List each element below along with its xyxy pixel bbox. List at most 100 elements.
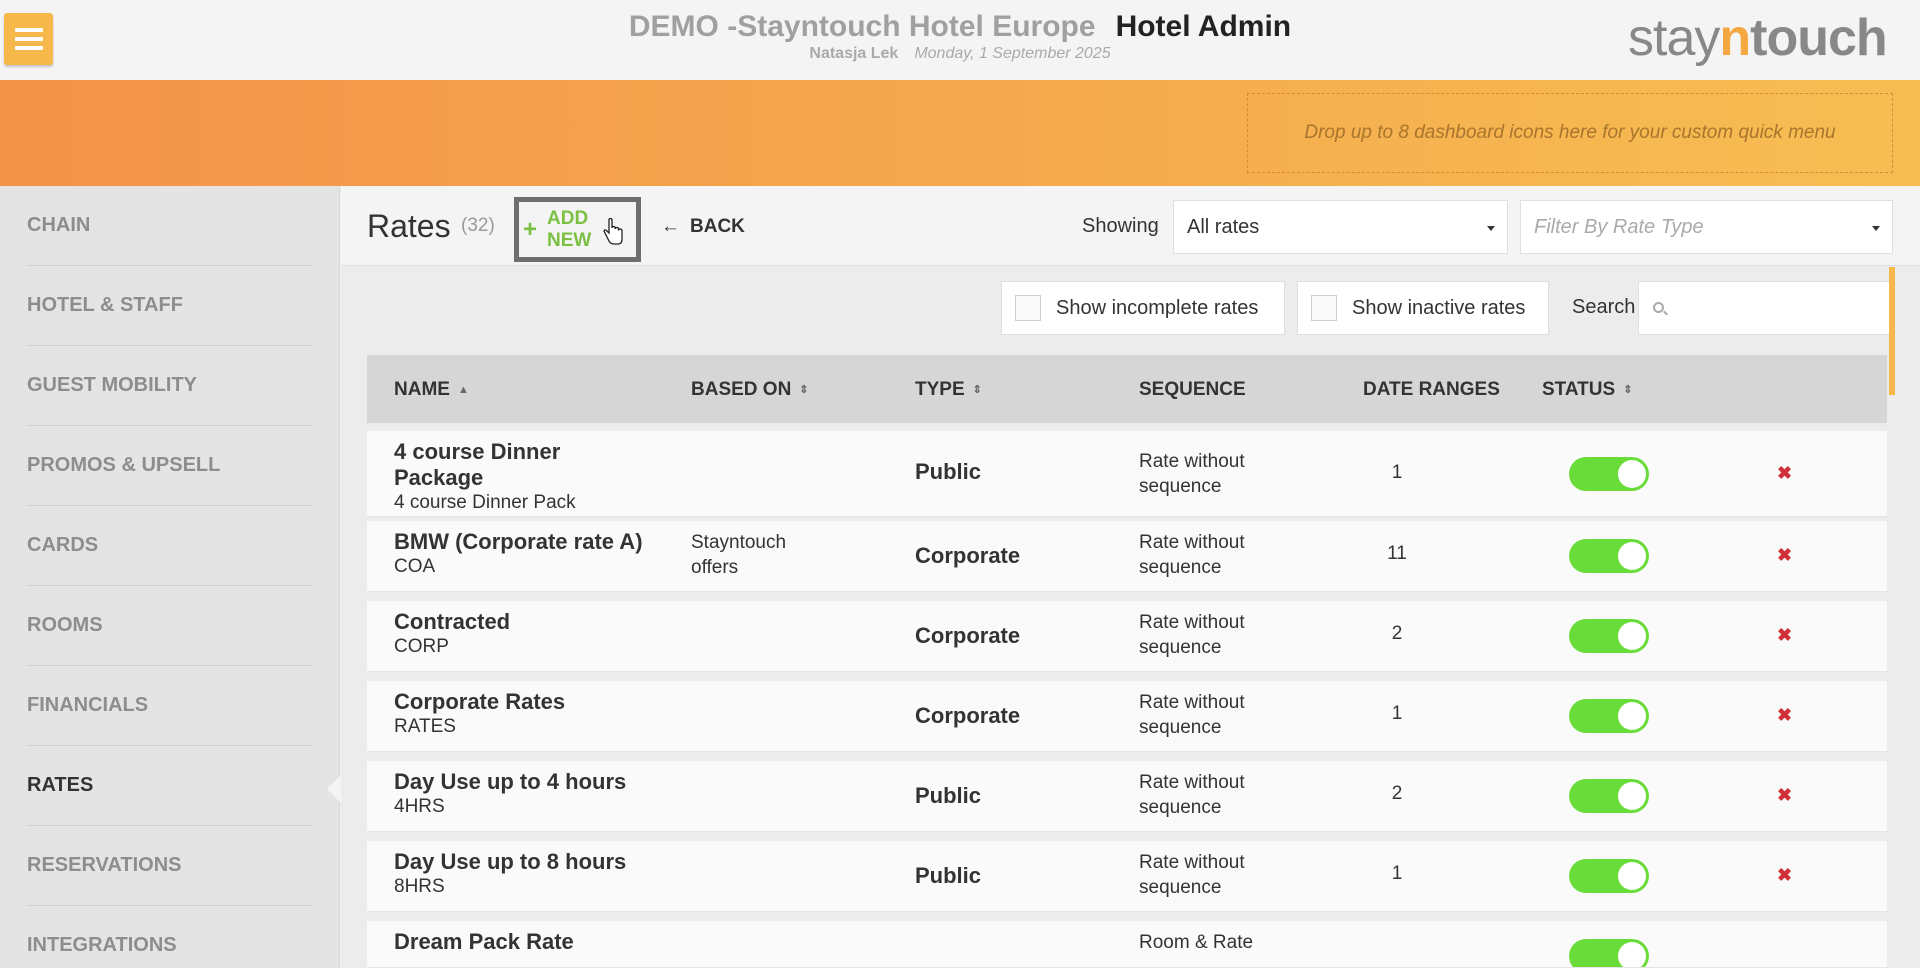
delete-icon[interactable]: ✖ <box>1777 463 1792 484</box>
table-row[interactable]: Day Use up to 4 hours 4HRS Public Rate w… <box>367 761 1887 832</box>
rates-content: Rates (32) + ADD NEW ← BACK Showing All ra… <box>341 186 1920 968</box>
delete-icon[interactable]: ✖ <box>1777 705 1792 726</box>
sidebar-item-integrations[interactable]: INTEGRATIONS <box>27 906 313 968</box>
checkbox-square[interactable] <box>1015 295 1041 321</box>
status-toggle[interactable] <box>1569 699 1649 733</box>
delete-icon[interactable]: ✖ <box>1777 625 1792 646</box>
status-toggle[interactable] <box>1569 457 1649 491</box>
rate-type-filter-select[interactable]: Filter By Rate Type <box>1520 200 1893 254</box>
rates-toolbar: Rates (32) + ADD NEW ← BACK Showing All ra… <box>341 186 1920 266</box>
rate-name: 4 course Dinner <box>394 439 561 464</box>
admin-sidebar: CHAIN HOTEL & STAFF GUEST MOBILITY PROMO… <box>0 186 340 968</box>
rate-date-ranges: 2 <box>1391 783 1403 804</box>
rate-name-cell: BMW (Corporate rate A) COA <box>394 529 654 579</box>
rate-type: Public <box>915 783 982 808</box>
rate-type: Corporate <box>915 543 1021 568</box>
current-date: Monday, 1 September 2025 <box>914 45 1111 62</box>
rate-code: RATES <box>394 716 456 737</box>
rate-name-cell: Day Use up to 4 hours 4HRS <box>394 769 654 819</box>
sidebar-item-rates[interactable]: RATES <box>27 746 313 826</box>
sidebar-item-cards[interactable]: CARDS <box>27 506 313 586</box>
rate-date-ranges: 2 <box>1391 623 1403 644</box>
checkbox-square[interactable] <box>1311 295 1337 321</box>
rate-name: Corporate Rates <box>394 689 566 714</box>
search-icon <box>1653 302 1664 313</box>
sort-icon: ⇕ <box>972 384 982 397</box>
delete-icon[interactable]: ✖ <box>1777 865 1792 886</box>
rate-sequence: Rate without sequence <box>1139 852 1245 898</box>
status-toggle[interactable] <box>1569 859 1649 893</box>
rate-name: Package <box>394 465 484 490</box>
active-nav-pointer <box>327 775 341 803</box>
rate-name: Contracted <box>394 609 511 634</box>
section-name: Hotel Admin <box>1115 10 1292 43</box>
table-row[interactable]: BMW (Corporate rate A) COA Stayntouch off… <box>367 521 1887 592</box>
rate-sequence: Rate without sequence <box>1139 612 1245 658</box>
rate-code: 4HRS <box>394 796 445 817</box>
column-header-status[interactable]: STATUS ⇕ <box>1542 379 1632 401</box>
page-title: Rates <box>367 208 451 244</box>
rate-type: Corporate <box>915 703 1021 728</box>
rate-name-cell: 4 course Dinner Package 4 course Dinner … <box>394 439 654 515</box>
show-inactive-checkbox[interactable]: Show inactive rates <box>1297 281 1549 335</box>
plus-icon: + <box>523 215 538 243</box>
show-inactive-label: Show inactive rates <box>1352 296 1526 319</box>
status-toggle[interactable] <box>1569 779 1649 813</box>
table-header: NAME ▲ BASED ON ⇕ TYPE ⇕ SEQUENCE DATE RANG… <box>367 355 1887 423</box>
quick-menu-dropzone[interactable]: Drop up to 8 dashboard icons here for yo… <box>1247 93 1893 173</box>
delete-icon[interactable]: ✖ <box>1777 545 1792 566</box>
status-toggle[interactable] <box>1569 939 1649 967</box>
table-row[interactable]: Corporate Rates RATES Corporate Rate wit… <box>367 681 1887 752</box>
rate-based-on: Stayntouch offers <box>691 532 787 578</box>
rate-code: CORP <box>394 636 449 657</box>
column-header-type[interactable]: TYPE ⇕ <box>915 379 982 401</box>
rate-name: Day Use up to 8 hours <box>394 849 627 874</box>
rate-code: 4 course Dinner Pack <box>394 492 576 513</box>
status-toggle[interactable] <box>1569 619 1649 653</box>
stayntouch-logo: stayntouch <box>1628 9 1888 67</box>
column-header-based-on[interactable]: BASED ON ⇕ <box>691 379 809 401</box>
rate-code: COA <box>394 556 436 577</box>
show-incomplete-checkbox[interactable]: Show incomplete rates <box>1001 281 1285 335</box>
rate-sequence: Room & Rate <box>1139 932 1254 953</box>
showing-label: Showing <box>1082 215 1159 237</box>
rate-type-filter-placeholder: Filter By Rate Type <box>1534 215 1704 238</box>
showing-select-value: All rates <box>1187 215 1260 238</box>
sidebar-item-guest-mobility[interactable]: GUEST MOBILITY <box>27 346 313 426</box>
rates-panel: Show incomplete rates Show inactive rate… <box>341 267 1920 968</box>
rate-code: 8HRS <box>394 876 445 897</box>
user-name: Natasja Lek <box>809 45 899 62</box>
rate-sequence: Rate without sequence <box>1139 532 1245 578</box>
rate-name-cell: Contracted CORP <box>394 609 654 659</box>
status-toggle[interactable] <box>1569 539 1649 573</box>
search-input[interactable] <box>1638 281 1890 335</box>
rate-name-cell: Dream Pack Rate <box>394 929 654 955</box>
rate-type: Public <box>915 459 982 484</box>
sidebar-item-promos-upsell[interactable]: PROMOS & UPSELL <box>27 426 313 506</box>
sidebar-item-hotel-staff[interactable]: HOTEL & STAFF <box>27 266 313 346</box>
table-row[interactable]: Dream Pack Rate Room & Rate <box>367 921 1887 968</box>
sidebar-item-rooms[interactable]: ROOMS <box>27 586 313 666</box>
rate-date-ranges: 1 <box>1391 863 1403 884</box>
sidebar-item-chain[interactable]: CHAIN <box>27 186 313 266</box>
show-incomplete-label: Show incomplete rates <box>1056 296 1259 319</box>
rates-showing-select[interactable]: All rates <box>1173 200 1508 254</box>
scrollbar-thumb[interactable] <box>1889 267 1895 395</box>
rate-date-ranges: 11 <box>1387 543 1407 564</box>
delete-icon[interactable]: ✖ <box>1777 785 1792 806</box>
rate-name: BMW (Corporate rate A) <box>394 529 643 554</box>
rate-sequence: Rate without sequence <box>1139 772 1245 818</box>
rate-type: Corporate <box>915 623 1021 648</box>
sidebar-item-financials[interactable]: FINANCIALS <box>27 666 313 746</box>
table-row[interactable]: Day Use up to 8 hours 8HRS Public Rate w… <box>367 841 1887 912</box>
column-header-name[interactable]: NAME ▲ <box>394 379 469 401</box>
rates-count: (32) <box>461 215 495 236</box>
table-row[interactable]: Contracted CORP Corporate Rate without se… <box>367 601 1887 672</box>
back-button[interactable]: ← BACK <box>661 216 745 238</box>
table-row[interactable]: 4 course Dinner Package 4 course Dinner … <box>367 431 1887 517</box>
rate-sequence: Rate without sequence <box>1139 451 1245 497</box>
hotel-name: DEMO -Stayntouch Hotel Europe <box>628 10 1096 43</box>
sort-icon: ⇕ <box>799 384 809 397</box>
rate-name: Day Use up to 4 hours <box>394 769 627 794</box>
sidebar-item-reservations[interactable]: RESERVATIONS <box>27 826 313 906</box>
